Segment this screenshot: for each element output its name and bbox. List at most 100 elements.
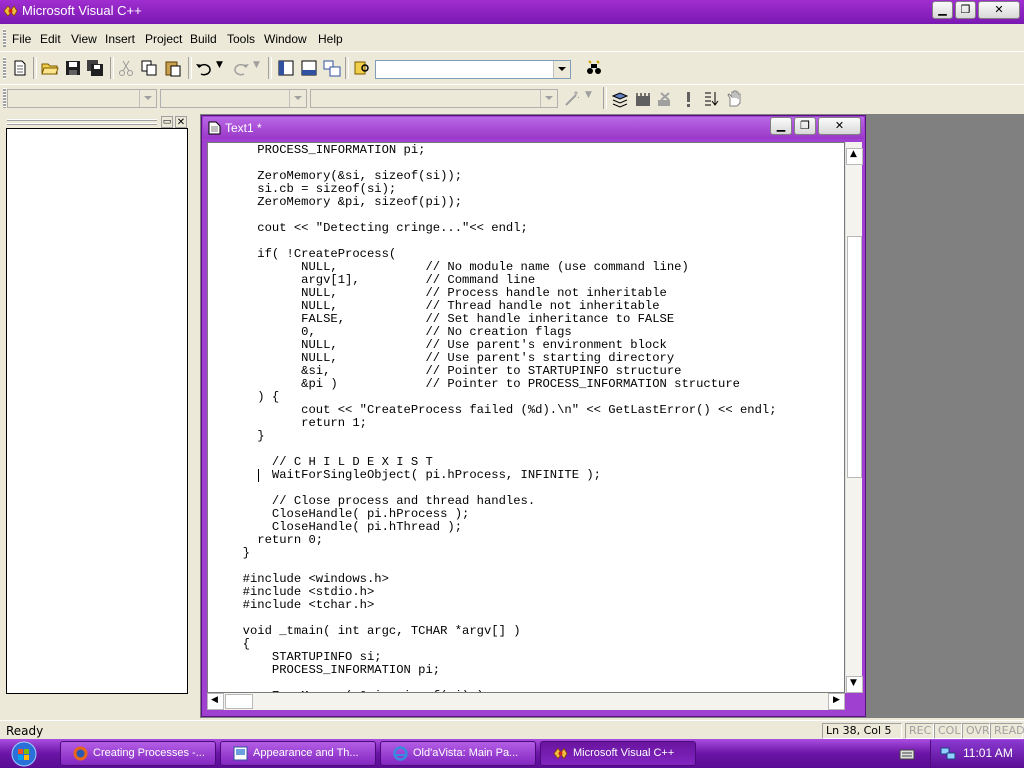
save-all-icon[interactable]: [86, 59, 104, 77]
copy-icon[interactable]: [140, 59, 158, 77]
breakpoint-hand-icon[interactable]: [725, 90, 743, 108]
menu-build[interactable]: Build: [190, 32, 217, 46]
text-caret: [258, 469, 259, 482]
restore-icon: ❐: [800, 119, 810, 132]
menubar-grip[interactable]: [3, 29, 6, 47]
close-icon: ✕: [834, 119, 845, 132]
editor-close-button[interactable]: ✕: [818, 117, 861, 135]
stop-build-icon[interactable]: [656, 90, 674, 108]
standard-toolbar: ▼ ▼: [0, 51, 1024, 83]
visual-cpp-icon: [3, 5, 18, 17]
status-rec: REC: [905, 723, 934, 739]
undo-dropdown-icon[interactable]: ▼: [216, 60, 223, 70]
scroll-left-button[interactable]: ◀: [207, 693, 224, 710]
network-icon[interactable]: [940, 746, 957, 761]
new-file-icon[interactable]: [11, 59, 29, 77]
keyboard-icon[interactable]: [899, 747, 915, 761]
horizontal-scroll-thumb[interactable]: [225, 694, 253, 709]
workspace-grip[interactable]: [7, 123, 157, 125]
editor-title-bar[interactable]: Text1 * ▁ ❐ ✕: [203, 117, 864, 139]
redo-icon[interactable]: [232, 59, 250, 77]
status-ovr: OVR: [962, 723, 990, 739]
window-list-icon[interactable]: [323, 59, 341, 77]
workspace-icon[interactable]: [277, 59, 295, 77]
open-folder-icon[interactable]: [41, 59, 59, 77]
status-read: READ: [990, 723, 1024, 739]
vertical-scroll-thumb[interactable]: [847, 236, 862, 478]
toolbar-grip[interactable]: [3, 88, 6, 108]
undo-icon[interactable]: [195, 59, 213, 77]
editor-restore-button[interactable]: ❐: [794, 117, 816, 135]
build-icon[interactable]: [634, 90, 652, 108]
workspace-restore-button[interactable]: ▭: [161, 116, 173, 128]
execute-icon[interactable]: [679, 90, 697, 108]
task-label: Old'aVista: Main Pa...: [413, 747, 519, 759]
scroll-down-button[interactable]: ▼: [846, 676, 863, 693]
task-label: Microsoft Visual C++: [573, 747, 675, 759]
toolbar-grip[interactable]: [3, 57, 6, 79]
restore-button[interactable]: ❐: [955, 1, 976, 19]
output-window-icon[interactable]: [300, 59, 318, 77]
workspace-grip[interactable]: [7, 119, 157, 121]
chevron-down-icon[interactable]: [289, 90, 306, 107]
source-code[interactable]: PROCESS_INFORMATION pi; ZeroMemory(&si, …: [228, 144, 777, 693]
members-combo[interactable]: [310, 89, 558, 108]
workspace-tree[interactable]: [6, 128, 188, 694]
chevron-up-icon: ▲: [850, 149, 857, 159]
vertical-scrollbar[interactable]: ▲ ▼: [845, 142, 863, 693]
taskbar-item-control-panel[interactable]: Appearance and Th...: [220, 741, 376, 766]
chevron-left-icon: ◀: [211, 695, 218, 705]
menu-window[interactable]: Window: [264, 32, 307, 46]
restore-icon: ▭: [162, 117, 172, 127]
close-button[interactable]: ✕: [978, 1, 1020, 19]
ie-icon: [393, 746, 408, 761]
compile-icon[interactable]: [611, 90, 629, 108]
menu-insert[interactable]: Insert: [105, 32, 135, 46]
workspace-close-button[interactable]: ✕: [175, 116, 187, 128]
menu-file[interactable]: File: [12, 32, 31, 46]
find-combo[interactable]: [375, 60, 571, 79]
scroll-up-button[interactable]: ▲: [846, 148, 863, 165]
taskbar-item-visual-cpp[interactable]: Microsoft Visual C++: [540, 741, 696, 766]
redo-dropdown-icon[interactable]: ▼: [253, 60, 260, 70]
chevron-down-icon[interactable]: [540, 90, 557, 107]
status-col: COL: [934, 723, 962, 739]
toolbar-separator: [110, 57, 114, 79]
code-editor[interactable]: PROCESS_INFORMATION pi; ZeroMemory(&si, …: [207, 142, 845, 693]
app-title-bar[interactable]: Microsoft Visual C++ ▁ ❐ ✕: [0, 0, 1024, 24]
menu-help[interactable]: Help: [318, 32, 343, 46]
wizard-dropdown-icon[interactable]: ▼: [585, 90, 592, 100]
menu-tools[interactable]: Tools: [227, 32, 255, 46]
task-label: Creating Processes -...: [93, 747, 205, 759]
start-button[interactable]: [0, 739, 52, 768]
wizard-wand-icon[interactable]: [563, 90, 581, 108]
cut-icon[interactable]: [117, 59, 135, 77]
go-debug-icon[interactable]: [702, 90, 720, 108]
scroll-right-button[interactable]: ▶: [828, 693, 845, 710]
status-bar: Ready Ln 38, Col 5 REC COL OVR READ: [0, 720, 1024, 740]
save-icon[interactable]: [64, 59, 82, 77]
taskbar-item-firefox[interactable]: Creating Processes -...: [60, 741, 216, 766]
taskbar-item-ie[interactable]: Old'aVista: Main Pa...: [380, 741, 536, 766]
close-icon: ✕: [176, 117, 186, 128]
chevron-down-icon[interactable]: [139, 90, 156, 107]
toolbar-separator: [345, 57, 349, 79]
chevron-right-icon: ▶: [833, 695, 840, 705]
paste-icon[interactable]: [164, 59, 182, 77]
menu-edit[interactable]: Edit: [40, 32, 61, 46]
filter-combo[interactable]: [160, 89, 307, 108]
windows-logo-icon: [11, 741, 37, 767]
minimize-icon: ▁: [938, 3, 947, 16]
horizontal-scrollbar[interactable]: ◀ ▶: [207, 693, 845, 710]
close-icon: ✕: [994, 3, 1004, 16]
toolbar-separator: [268, 57, 272, 79]
class-combo[interactable]: [7, 89, 157, 108]
chevron-down-icon[interactable]: [553, 61, 570, 78]
visual-cpp-icon: [553, 747, 568, 760]
find-binoculars-icon[interactable]: [585, 59, 603, 77]
editor-minimize-button[interactable]: ▁: [770, 117, 792, 135]
menu-view[interactable]: View: [71, 32, 97, 46]
menu-project[interactable]: Project: [145, 32, 182, 46]
find-in-files-icon[interactable]: [353, 59, 371, 77]
minimize-button[interactable]: ▁: [932, 1, 953, 19]
